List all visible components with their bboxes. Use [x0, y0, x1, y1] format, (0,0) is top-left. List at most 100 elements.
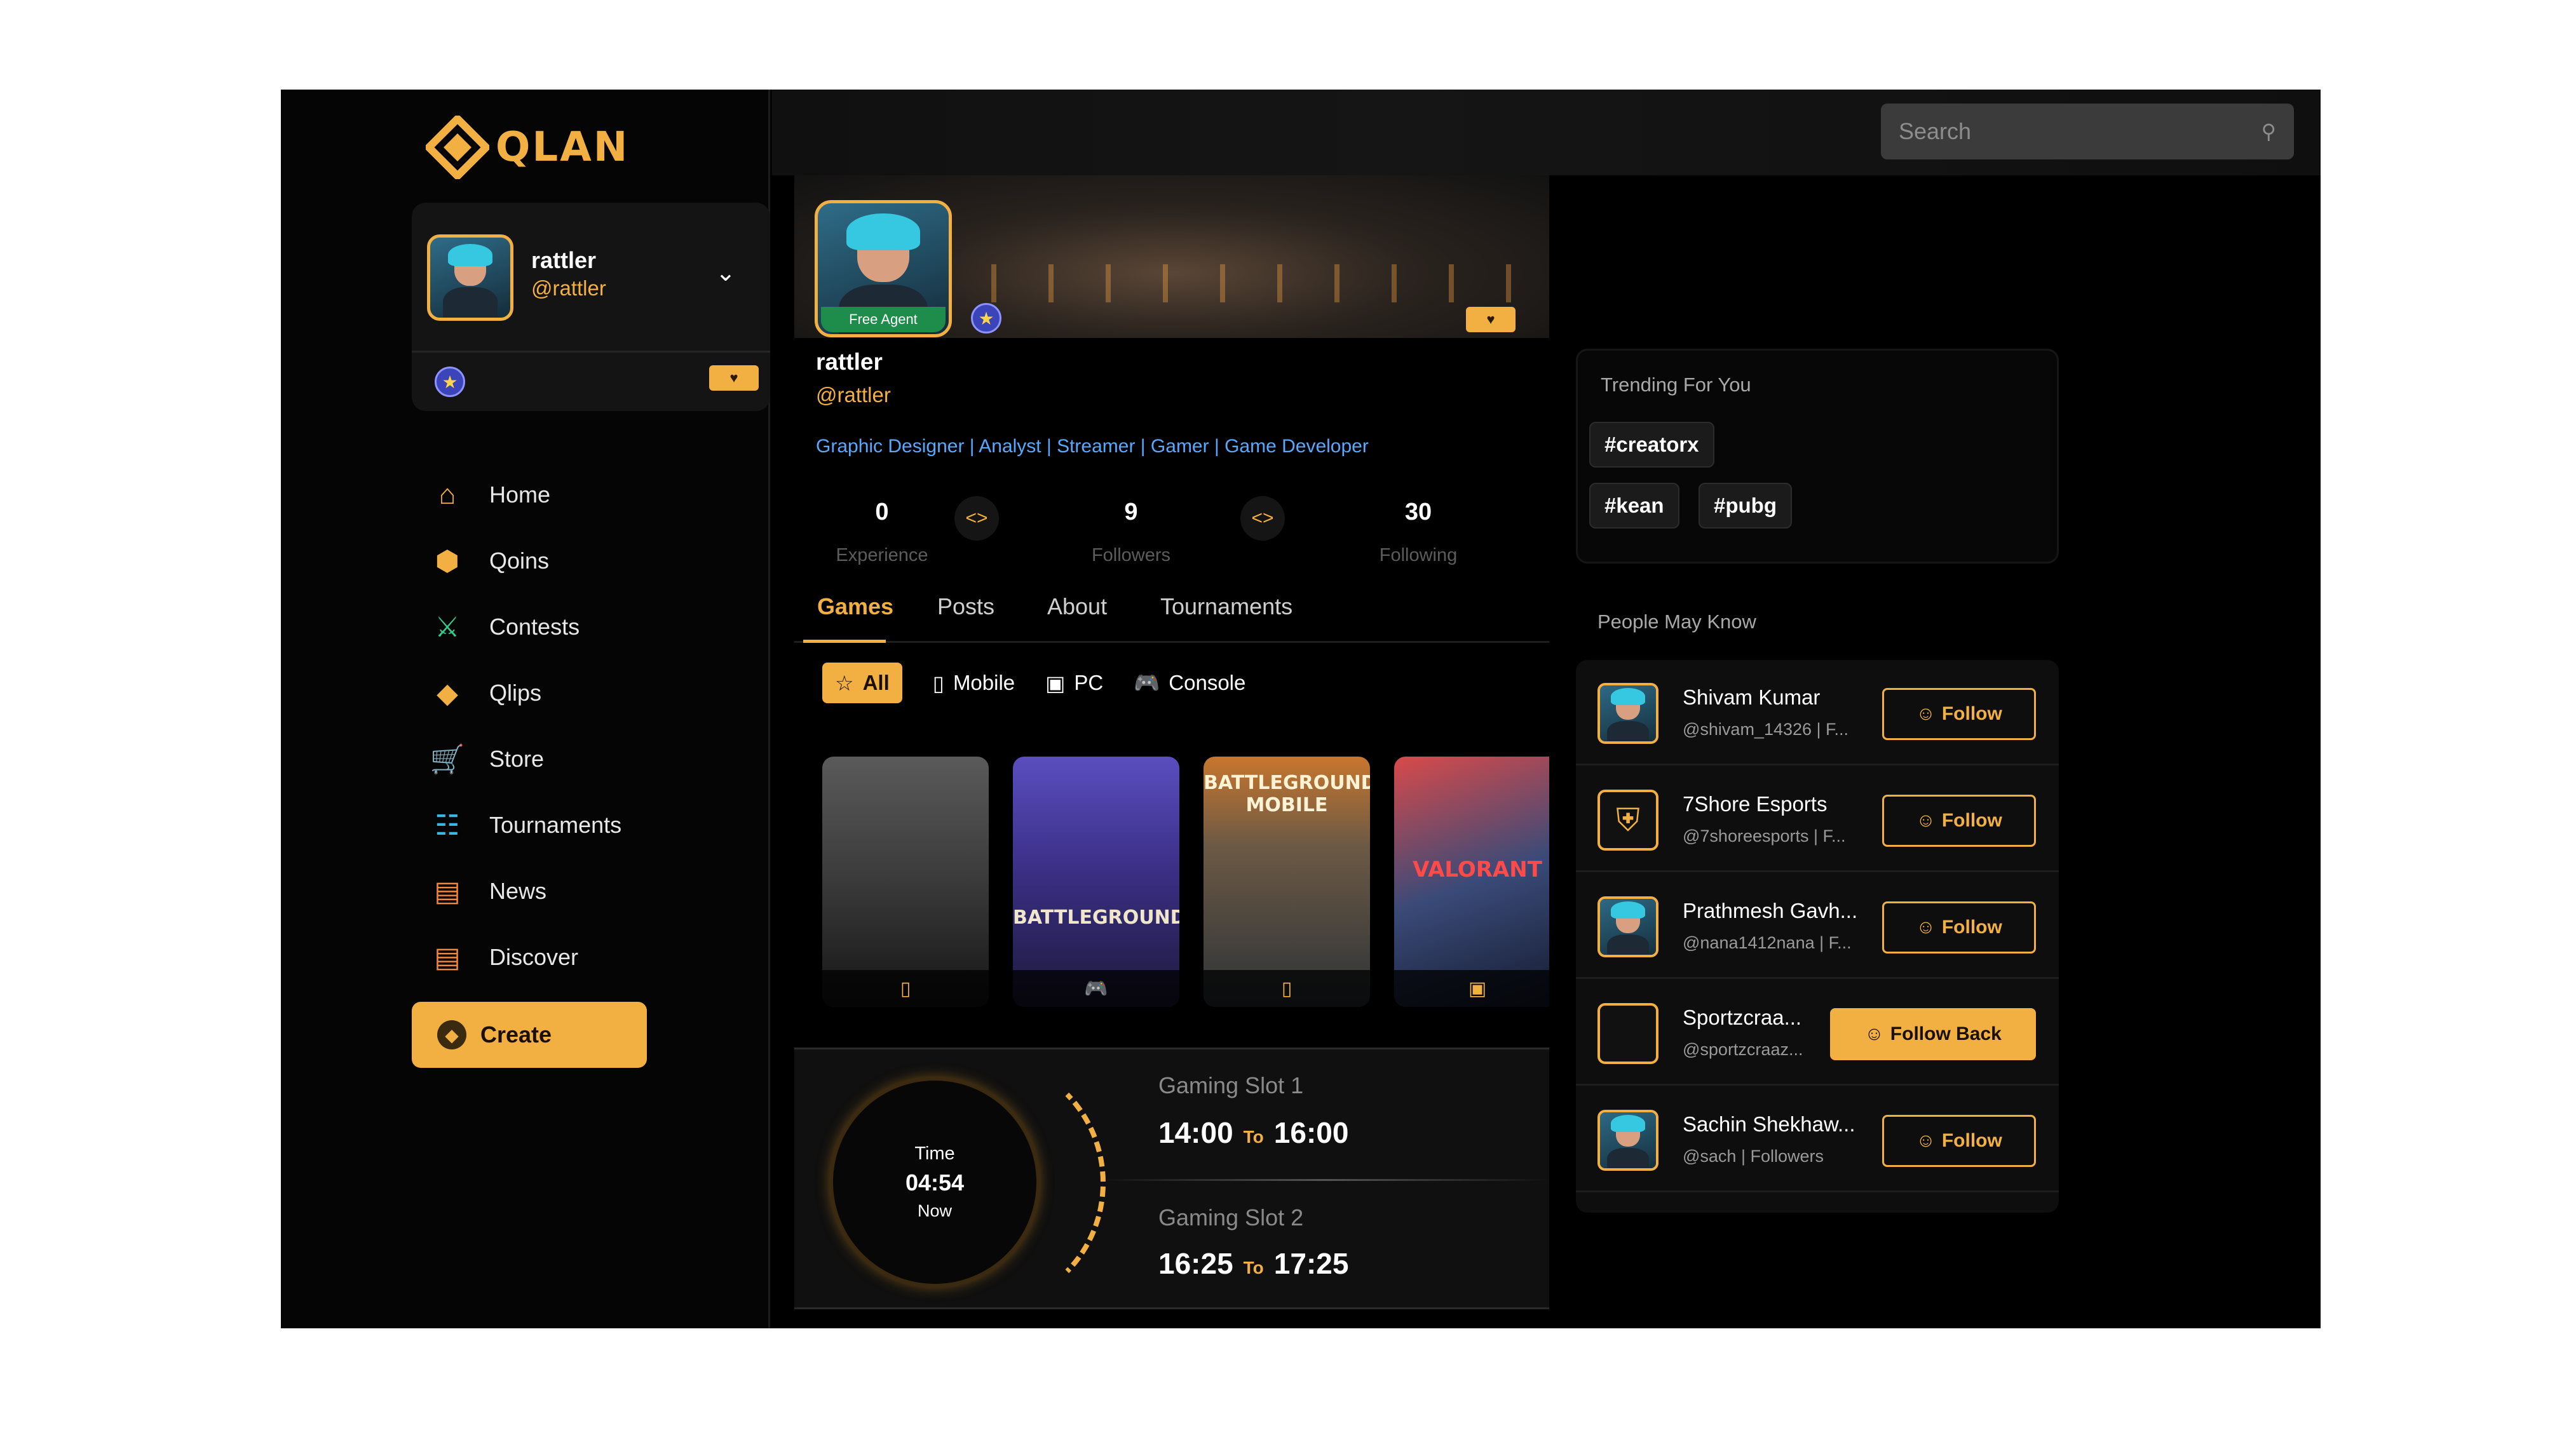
tab-games[interactable]: Games	[817, 593, 893, 620]
home-icon: ⌂	[438, 479, 456, 510]
profile-roles: Graphic Designer | Analyst | Streamer | …	[816, 436, 1369, 457]
create-button-label: Create	[480, 1021, 552, 1048]
follow-label: Follow	[1941, 1130, 2002, 1151]
search-placeholder: Search	[1899, 118, 1972, 144]
follow-back-button[interactable]: ☺ Follow Back	[1830, 1008, 2036, 1060]
trend-tag[interactable]: #pubg	[1699, 483, 1792, 529]
profile-name: rattler	[816, 349, 883, 375]
sidebar-item-qlips[interactable]: ◆ Qlips	[431, 660, 621, 726]
gamepad-icon: 🎮	[1134, 670, 1160, 694]
game-card[interactable]: BATTLEGROUNDS MOBILE ▯	[1204, 757, 1370, 1007]
create-button[interactable]: ◆ Create	[412, 1002, 647, 1068]
clock-time: 04:54	[905, 1170, 965, 1196]
sidebar-nav: ⌂ Home ⬢ Qoins ⚔ Contests ◆ Qlips 🛒 Stor…	[430, 462, 622, 990]
stat-label: Experience	[836, 545, 928, 565]
filter-label: Mobile	[953, 671, 1015, 694]
tab-tournaments[interactable]: Tournaments	[1160, 593, 1292, 620]
search-icon[interactable]: ⚲	[2262, 119, 2276, 144]
sidebar-item-news[interactable]: ▤ News	[431, 858, 621, 924]
logo-text: QLAN	[496, 124, 630, 171]
user-card[interactable]: rattler @rattler ⌄ ★ ♥	[412, 203, 770, 411]
slot-time: 14:00 To 16:00	[1158, 1116, 1348, 1150]
person-name: Sportzcraa...	[1683, 1006, 1802, 1029]
user-avatar[interactable]	[427, 234, 513, 321]
slot-time: 16:25 To 17:25	[1158, 1246, 1348, 1281]
logo[interactable]: QLAN	[426, 112, 629, 182]
sidebar-item-label: Tournaments	[489, 812, 622, 838]
game-card[interactable]: VALORANT ▣	[1394, 757, 1549, 1007]
stat-experience[interactable]: 0 Experience	[787, 499, 977, 566]
slot-label: Gaming Slot 2	[1158, 1204, 1304, 1230]
stat-following[interactable]: 30 Following	[1323, 499, 1514, 566]
profile-handle: @rattler	[816, 383, 891, 407]
sidebar-item-label: Qoins	[489, 548, 550, 574]
code-icon: <>	[954, 496, 999, 541]
follow-button[interactable]: ☺ Follow	[1882, 901, 2036, 954]
slot-end: 17:25	[1273, 1247, 1349, 1280]
trend-tag[interactable]: #kean	[1589, 483, 1679, 529]
game-card[interactable]: BATTLEGROUNDS 🎮	[1013, 757, 1179, 1007]
list-item[interactable]: Shivam Kumar @shivam_14326 | F... ☺ Follo…	[1576, 660, 2059, 765]
search-input[interactable]: Search ⚲	[1881, 104, 2294, 159]
sidebar-item-tournaments[interactable]: ☷ Tournaments	[431, 792, 621, 858]
filter-pc[interactable]: ▣ PC	[1045, 663, 1103, 703]
trending-title: Trending For You	[1601, 374, 1751, 396]
game-card[interactable]: ▯	[822, 757, 989, 1007]
follow-button[interactable]: ☺ Follow	[1882, 795, 2036, 847]
person-name: Sachin Shekhaw...	[1683, 1112, 1855, 1136]
game-title: BATTLEGROUNDS	[1013, 907, 1179, 929]
stat-value: 0	[875, 499, 889, 525]
list-item[interactable]: Sachin Shekhaw... @sach | Followers ☺ Fol…	[1576, 1087, 2059, 1192]
code-icon: <>	[1240, 496, 1285, 541]
heart-badge-icon: ♥	[1466, 307, 1516, 332]
person-name: Shivam Kumar	[1683, 685, 1821, 709]
mobile-icon: ▯	[822, 970, 989, 1007]
gamepad-icon: 🎮	[1013, 970, 1179, 1007]
filter-label: All	[862, 671, 890, 694]
chevron-down-icon[interactable]: ⌄	[715, 259, 736, 287]
sidebar-item-discover[interactable]: ▤ Discover	[431, 924, 621, 990]
list-item[interactable]: Prathmesh Gavh... @nana1412nana | F... ☺…	[1576, 873, 2059, 979]
follow-icon: ☺	[1916, 810, 1936, 831]
person-sub: @nana1412nana | F...	[1683, 933, 1852, 952]
discover-icon: ▤	[434, 941, 461, 973]
filter-label: PC	[1074, 671, 1104, 694]
people-title: People May Know	[1597, 610, 1756, 633]
stat-followers[interactable]: 9 Followers	[1036, 499, 1226, 566]
follow-icon: ☺	[1864, 1023, 1884, 1044]
avatar	[1597, 683, 1658, 744]
tab-posts[interactable]: Posts	[937, 593, 994, 620]
sidebar-item-home[interactable]: ⌂ Home	[431, 462, 621, 528]
cart-icon: 🛒	[430, 744, 465, 775]
avatar	[1597, 1110, 1658, 1171]
follow-button[interactable]: ☺ Follow	[1882, 1115, 2036, 1167]
sidebar-item-qoins[interactable]: ⬢ Qoins	[431, 528, 621, 594]
filter-all[interactable]: ☆ All	[822, 663, 902, 703]
star-icon: ☆	[835, 671, 854, 695]
sidebar-item-contests[interactable]: ⚔ Contests	[431, 594, 621, 660]
free-agent-badge: Free Agent	[821, 307, 946, 332]
clock-sub: Now	[917, 1201, 952, 1220]
sidebar-item-store[interactable]: 🛒 Store	[430, 726, 621, 792]
avatar	[1597, 896, 1658, 957]
tab-about[interactable]: About	[1047, 593, 1107, 620]
list-item[interactable]: ⛨ 7Shore Esports @7shoreesports | F... ☺…	[1576, 767, 2059, 872]
filter-console[interactable]: 🎮 Console	[1134, 663, 1245, 703]
slot-start: 16:25	[1158, 1247, 1233, 1280]
user-card-header: rattler @rattler ⌄	[412, 203, 770, 353]
slot-divider	[1099, 1179, 1549, 1181]
user-handle: @rattler	[531, 276, 606, 300]
game-title: BATTLEGROUNDS MOBILE	[1204, 771, 1370, 816]
app-window: QLAN rattler @rattler ⌄ ★ ♥ ⌂ Home ⬢ Qoi…	[281, 90, 2321, 1328]
person-name: 7Shore Esports	[1683, 792, 1828, 816]
sidebar-item-label: News	[489, 878, 547, 904]
stat-label: Following	[1379, 545, 1458, 565]
filter-mobile[interactable]: ▯ Mobile	[933, 663, 1015, 703]
play-diamond-icon: ◆	[437, 677, 458, 709]
list-item[interactable]: Sportzcraa... @sportzcraaz... ☺ Follow Ba…	[1576, 980, 2059, 1086]
coin-icon: ⬢	[435, 545, 460, 577]
trend-tag[interactable]: #creatorx	[1589, 422, 1714, 468]
game-title: VALORANT	[1413, 856, 1542, 882]
stadium-icon: ☷	[435, 809, 460, 841]
follow-button[interactable]: ☺ Follow	[1882, 688, 2036, 740]
